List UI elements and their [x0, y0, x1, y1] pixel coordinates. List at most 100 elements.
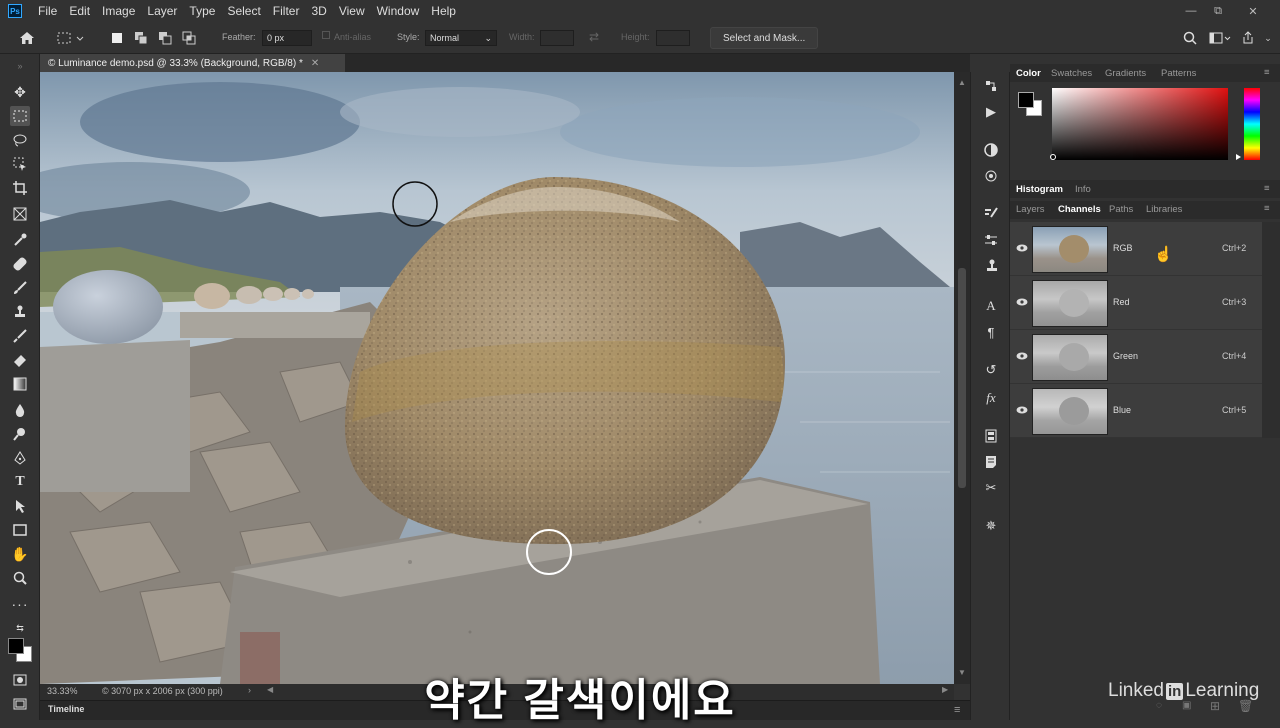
history-brush-tool-icon[interactable] [10, 326, 30, 346]
subtract-selection-icon[interactable] [156, 30, 174, 46]
healing-brush-tool-icon[interactable] [10, 254, 30, 274]
menu-icon[interactable]: ≡ [1264, 67, 1270, 78]
clone-source-icon[interactable] [981, 256, 1001, 276]
menu-view[interactable]: View [333, 4, 371, 18]
channels-scrollbar[interactable] [1262, 222, 1280, 438]
eyedropper-tool-icon[interactable] [10, 230, 30, 250]
menu-window[interactable]: Window [371, 4, 426, 18]
gradient-tool-icon[interactable] [10, 374, 30, 394]
channel-row-green[interactable]: Green Ctrl+4 [1010, 330, 1262, 384]
chevron-down-icon[interactable]: ⌄ [1262, 30, 1274, 46]
antialias-checkbox[interactable] [322, 31, 330, 39]
eraser-tool-icon[interactable] [10, 350, 30, 370]
select-and-mask-button[interactable]: Select and Mask... [710, 27, 819, 49]
tab-gradients[interactable]: Gradients [1105, 68, 1146, 79]
path-selection-tool-icon[interactable] [10, 496, 30, 516]
properties-icon[interactable] [981, 230, 1001, 250]
menu-edit[interactable]: Edit [63, 4, 96, 18]
height-input[interactable] [656, 30, 690, 46]
width-input[interactable] [540, 30, 574, 46]
collapse-icon[interactable]: » [10, 56, 30, 76]
pen-tool-icon[interactable] [10, 448, 30, 468]
tab-histogram[interactable]: Histogram [1016, 184, 1063, 195]
lasso-tool-icon[interactable] [10, 130, 30, 150]
tab-channels[interactable]: Channels [1058, 204, 1101, 215]
rectangular-marquee-tool-icon[interactable] [10, 106, 30, 126]
more-tools-icon[interactable]: ··· [10, 594, 30, 614]
channel-row-blue[interactable]: Blue Ctrl+5 [1010, 384, 1262, 438]
menu-image[interactable]: Image [96, 4, 141, 18]
glyphs-icon[interactable]: ↺ [981, 360, 1001, 380]
style-select[interactable]: Normal ⌄ [425, 30, 497, 46]
search-icon[interactable] [1181, 30, 1199, 46]
brush-tool-icon[interactable] [10, 278, 30, 298]
eye-icon[interactable] [1016, 351, 1028, 361]
eye-icon[interactable] [1016, 405, 1028, 415]
share-icon[interactable] [1240, 30, 1256, 46]
menu-icon[interactable]: ≡ [1264, 203, 1270, 214]
close-window-button[interactable]: ✕ [1238, 0, 1268, 22]
close-icon[interactable]: ✕ [311, 58, 319, 69]
channel-row-red[interactable]: Red Ctrl+3 [1010, 276, 1262, 330]
channel-row-rgb[interactable]: RGB Ctrl+2 [1010, 222, 1262, 276]
tab-info[interactable]: Info [1075, 184, 1091, 195]
tool-presets-icon[interactable]: ✂ [981, 478, 1001, 498]
type-tool-icon[interactable]: T [10, 472, 30, 492]
adjustments-icon[interactable] [981, 140, 1001, 160]
tab-swatches[interactable]: Swatches [1051, 68, 1092, 79]
foreground-color-swatch[interactable] [8, 638, 24, 654]
eye-icon[interactable] [1016, 297, 1028, 307]
marquee-preset-icon[interactable] [56, 30, 86, 46]
blur-tool-icon[interactable] [10, 400, 30, 420]
eye-icon[interactable] [1016, 243, 1028, 253]
swap-icon[interactable]: ⇄ [589, 30, 599, 44]
paragraph-icon[interactable]: ¶ [981, 322, 1001, 342]
feather-input[interactable]: 0 px [262, 30, 312, 46]
crop-tool-icon[interactable] [10, 178, 30, 198]
notes-icon[interactable] [981, 452, 1001, 472]
styles-fx-icon[interactable]: fx [981, 388, 1001, 408]
foreground-color-swatch[interactable] [1018, 92, 1034, 108]
character-icon[interactable]: A [981, 296, 1001, 316]
menu-icon[interactable]: ≡ [1264, 183, 1270, 194]
menu-type[interactable]: Type [183, 4, 221, 18]
menu-filter[interactable]: Filter [267, 4, 306, 18]
new-selection-icon[interactable] [108, 30, 126, 46]
add-selection-icon[interactable] [132, 30, 150, 46]
restore-button[interactable]: ⧉ [1203, 0, 1233, 22]
tab-layers[interactable]: Layers [1016, 204, 1045, 215]
dodge-tool-icon[interactable] [10, 424, 30, 444]
minimize-button[interactable]: — [1176, 0, 1206, 22]
hue-slider-handle[interactable] [1236, 154, 1241, 160]
brush-settings-icon[interactable] [981, 204, 1001, 224]
play-icon[interactable]: ▶ [981, 102, 1001, 122]
menu-3d[interactable]: 3D [305, 4, 332, 18]
menu-select[interactable]: Select [221, 4, 266, 18]
vertical-scrollbar[interactable]: ▲ ▼ [954, 72, 970, 684]
tab-color[interactable]: Color [1016, 68, 1041, 79]
move-tool-icon[interactable]: ✥ [10, 82, 30, 102]
menu-help[interactable]: Help [425, 4, 462, 18]
hue-slider[interactable] [1244, 88, 1260, 160]
hand-tool-icon[interactable]: ✋ [10, 544, 30, 564]
menu-file[interactable]: File [32, 4, 63, 18]
object-selection-tool-icon[interactable] [10, 154, 30, 174]
scroll-thumb[interactable] [958, 268, 966, 488]
home-icon[interactable] [18, 30, 36, 46]
libraries-icon[interactable] [981, 426, 1001, 446]
history-icon[interactable] [981, 76, 1001, 96]
color-picker-field[interactable] [1052, 88, 1228, 160]
3d-icon[interactable]: ✵ [981, 516, 1001, 536]
tab-paths[interactable]: Paths [1109, 204, 1133, 215]
color-sampler-icon[interactable] [981, 166, 1001, 186]
frame-tool-icon[interactable] [10, 204, 30, 224]
tab-patterns[interactable]: Patterns [1161, 68, 1196, 79]
color-picker-handle[interactable] [1050, 154, 1056, 160]
rectangle-tool-icon[interactable] [10, 520, 30, 540]
document-tab[interactable]: © Luminance demo.psd @ 33.3% (Background… [40, 54, 345, 72]
scroll-up-icon[interactable]: ▲ [958, 78, 966, 87]
swap-colors-icon[interactable]: ⇆ [10, 618, 30, 638]
menu-layer[interactable]: Layer [141, 4, 183, 18]
canvas-area[interactable] [40, 72, 954, 684]
clone-stamp-tool-icon[interactable] [10, 302, 30, 322]
